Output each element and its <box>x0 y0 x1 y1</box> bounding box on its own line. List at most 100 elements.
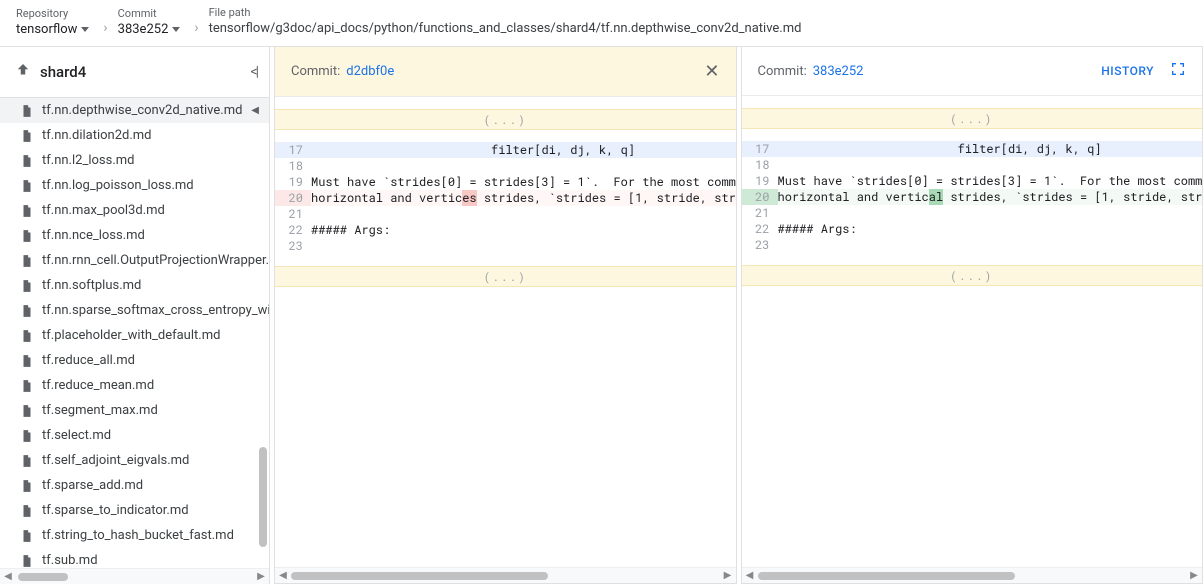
line-content <box>778 205 1203 221</box>
line-number: 18 <box>742 157 778 173</box>
scroll-left-icon[interactable]: ◀ <box>742 570 758 581</box>
code-line[interactable]: 17 filter[di, dj, k, q] <box>275 142 736 158</box>
file-name: tf.nn.nce_loss.md <box>42 228 145 243</box>
code-line[interactable]: 18 <box>275 158 736 174</box>
commit-label: Commit: <box>291 64 340 79</box>
file-name: tf.sub.md <box>42 553 98 568</box>
file-icon <box>20 304 34 318</box>
close-pane-icon[interactable]: ✕ <box>704 61 719 82</box>
scroll-right-icon[interactable]: ▶ <box>253 571 269 582</box>
file-item[interactable]: tf.nn.log_poisson_loss.md <box>0 173 269 198</box>
history-link[interactable]: HISTORY <box>1101 64 1154 78</box>
file-item[interactable]: tf.nn.depthwise_conv2d_native.md◀ <box>0 98 269 123</box>
file-icon <box>20 254 34 268</box>
scroll-left-icon[interactable]: ◀ <box>275 570 291 581</box>
breadcrumb-filepath-label: File path <box>209 6 802 19</box>
code-line[interactable]: 19Must have `strides[0] = strides[3] = 1… <box>742 173 1203 189</box>
scrollbar-thumb[interactable] <box>291 572 548 580</box>
code-line[interactable]: 23 <box>742 237 1203 253</box>
line-number: 18 <box>275 158 311 174</box>
file-name: tf.nn.rnn_cell.OutputProjectionWrapper.m… <box>42 253 269 268</box>
right-code-lines[interactable]: 17 filter[di, dj, k, q]1819Must have `st… <box>742 141 1203 253</box>
line-number: 17 <box>275 142 311 158</box>
dropdown-arrow-icon <box>81 27 89 32</box>
scrollbar-thumb[interactable] <box>18 573 68 581</box>
file-item[interactable]: tf.self_adjoint_eigvals.md <box>0 448 269 473</box>
file-item[interactable]: tf.sparse_to_indicator.md <box>0 498 269 523</box>
scroll-right-icon[interactable]: ▶ <box>720 570 736 581</box>
breadcrumb-filepath: File path tensorflow/g3doc/api_docs/pyth… <box>209 6 802 38</box>
file-item[interactable]: tf.placeholder_with_default.md <box>0 323 269 348</box>
breadcrumb-repo-value: tensorflow <box>16 22 77 37</box>
line-content <box>311 206 736 222</box>
left-commit-hash-link[interactable]: d2dbf0e <box>346 64 394 79</box>
sidebar-scrollbar-vertical[interactable] <box>259 447 267 547</box>
file-name: tf.reduce_mean.md <box>42 378 154 393</box>
code-line[interactable]: 21 <box>275 206 736 222</box>
line-content: horizontal and vertices strides, `stride… <box>311 190 736 206</box>
line-number: 17 <box>742 141 778 157</box>
scroll-right-icon[interactable]: ▶ <box>1186 570 1202 581</box>
file-item[interactable]: tf.segment_max.md <box>0 398 269 423</box>
code-line[interactable]: 23 <box>275 238 736 254</box>
file-item[interactable]: tf.reduce_mean.md <box>0 373 269 398</box>
file-item[interactable]: tf.nn.max_pool3d.md <box>0 198 269 223</box>
code-line[interactable]: 19Must have `strides[0] = strides[3] = 1… <box>275 174 736 190</box>
code-fold-indicator[interactable]: (...) <box>742 265 1203 286</box>
breadcrumb-repository[interactable]: Repository tensorflow <box>16 7 89 37</box>
code-fold-indicator[interactable]: (...) <box>275 266 736 287</box>
code-line[interactable]: 17 filter[di, dj, k, q] <box>742 141 1203 157</box>
file-item[interactable]: tf.nn.dilation2d.md <box>0 123 269 148</box>
code-fold-indicator[interactable]: (...) <box>275 109 736 130</box>
breadcrumb-commit[interactable]: Commit 383e252 <box>118 7 181 37</box>
file-name: tf.nn.log_poisson_loss.md <box>42 178 194 193</box>
file-item[interactable]: tf.sparse_add.md <box>0 473 269 498</box>
right-commit-hash-link[interactable]: 383e252 <box>813 64 864 79</box>
right-code-body: (...) 17 filter[di, dj, k, q]1819Must ha… <box>742 96 1203 583</box>
code-fold-indicator[interactable]: (...) <box>742 108 1203 129</box>
left-horizontal-scrollbar[interactable]: ◀ ▶ <box>275 567 736 583</box>
file-icon <box>20 104 34 118</box>
sidebar-title[interactable]: shard4 <box>40 63 242 81</box>
file-name: tf.segment_max.md <box>42 403 158 418</box>
file-item[interactable]: tf.nn.sparse_softmax_cross_entropy_with_… <box>0 298 269 323</box>
up-arrow-icon[interactable] <box>14 61 32 83</box>
fullscreen-icon[interactable] <box>1170 61 1186 81</box>
collapse-sidebar-icon[interactable]: <| <box>250 64 257 80</box>
right-horizontal-scrollbar[interactable]: ◀ ▶ <box>742 567 1203 583</box>
chevron-right-icon: › <box>103 20 107 38</box>
file-item[interactable]: tf.nn.softplus.md <box>0 273 269 298</box>
code-line[interactable]: 21 <box>742 205 1203 221</box>
code-line[interactable]: 20horizontal and vertical strides, `stri… <box>742 189 1203 205</box>
code-line[interactable]: 18 <box>742 157 1203 173</box>
left-pane-header: Commit: d2dbf0e ✕ <box>275 47 736 97</box>
file-name: tf.nn.max_pool3d.md <box>42 203 165 218</box>
left-code-lines[interactable]: 17 filter[di, dj, k, q]1819Must have `st… <box>275 142 736 254</box>
file-item[interactable]: tf.nn.l2_loss.md <box>0 148 269 173</box>
file-item[interactable]: tf.reduce_all.md <box>0 348 269 373</box>
file-icon <box>20 354 34 368</box>
file-icon <box>20 429 34 443</box>
file-item[interactable]: tf.select.md <box>0 423 269 448</box>
file-icon <box>20 479 34 493</box>
file-icon <box>20 529 34 543</box>
main-area: shard4 <| tf.nn.depthwise_conv2d_native.… <box>0 47 1203 584</box>
file-list[interactable]: tf.nn.depthwise_conv2d_native.md◀ tf.nn.d… <box>0 98 269 568</box>
file-name: tf.nn.dilation2d.md <box>42 128 152 143</box>
file-item[interactable]: tf.nn.nce_loss.md <box>0 223 269 248</box>
file-item[interactable]: tf.sub.md <box>0 548 269 568</box>
scroll-left-icon[interactable]: ◀ <box>0 571 16 582</box>
code-line[interactable]: 20horizontal and vertices strides, `stri… <box>275 190 736 206</box>
diff-pane-left: Commit: d2dbf0e ✕ (...) 17 filter[di, dj… <box>274 47 737 584</box>
scrollbar-thumb[interactable] <box>758 572 1015 580</box>
line-content <box>311 158 736 174</box>
code-line[interactable]: 22##### Args: <box>275 222 736 238</box>
line-number: 19 <box>742 173 778 189</box>
code-line[interactable]: 22##### Args: <box>742 221 1203 237</box>
sidebar-scrollbar-horizontal[interactable]: ◀ ▶ <box>0 568 269 584</box>
file-icon <box>20 379 34 393</box>
breadcrumb-filepath-value[interactable]: tensorflow/g3doc/api_docs/python/functio… <box>209 21 802 38</box>
file-item[interactable]: tf.nn.rnn_cell.OutputProjectionWrapper.m… <box>0 248 269 273</box>
file-item[interactable]: tf.string_to_hash_bucket_fast.md <box>0 523 269 548</box>
line-content: filter[di, dj, k, q] <box>311 142 736 158</box>
